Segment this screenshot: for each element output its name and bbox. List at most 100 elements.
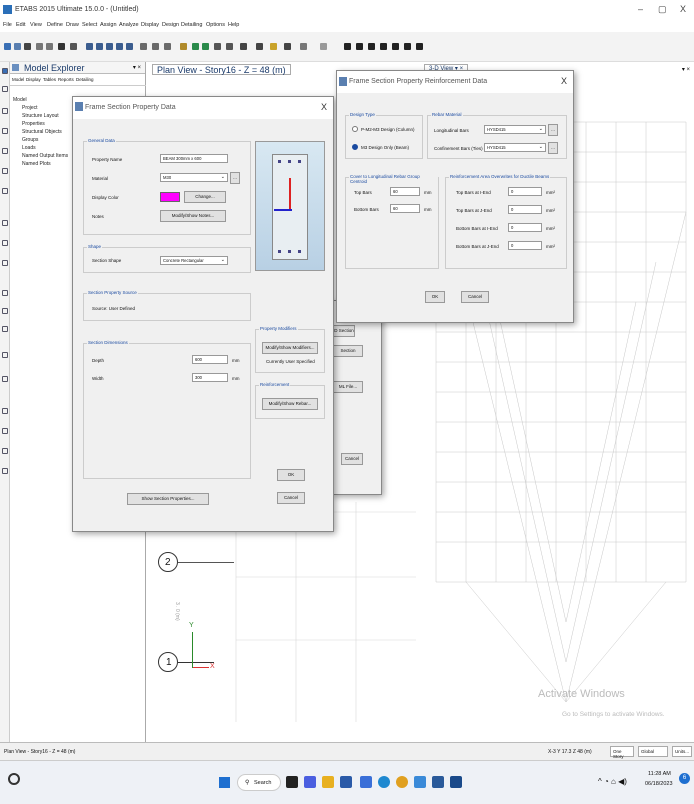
tee-icon[interactable]	[368, 43, 375, 50]
redo-icon[interactable]	[46, 43, 53, 50]
rebar-cancel-button[interactable]: Cancel	[461, 291, 489, 303]
radio-beam-design[interactable]	[352, 144, 358, 150]
wall-icon[interactable]	[380, 43, 387, 50]
draw-tendon-icon[interactable]	[2, 308, 8, 314]
grid-icon[interactable]	[416, 43, 423, 50]
down-level-icon[interactable]	[202, 43, 209, 50]
draw-secondary-beam-icon[interactable]	[2, 168, 8, 174]
draw-column-icon[interactable]	[300, 43, 307, 50]
frame-forces-icon[interactable]	[256, 43, 263, 50]
top-i-end-field[interactable]: 0	[508, 187, 542, 196]
object-shrink-icon[interactable]	[214, 43, 221, 50]
zoom-out-icon[interactable]	[106, 43, 113, 50]
tree-item-model[interactable]: Model	[13, 97, 27, 103]
opening-icon[interactable]	[392, 43, 399, 50]
tab-display[interactable]: Display	[26, 77, 41, 82]
tree-item-named-output-items[interactable]: Named Output Items	[22, 153, 68, 159]
chat-icon[interactable]	[304, 776, 316, 788]
task-view-icon[interactable]	[286, 776, 298, 788]
open-icon[interactable]	[14, 43, 21, 50]
tab-detailing[interactable]: Detailing	[76, 77, 94, 82]
store-icon[interactable]	[340, 776, 352, 788]
etabs-taskbar-icon-2[interactable]	[450, 776, 462, 788]
slab-icon[interactable]	[356, 43, 363, 50]
chrome-icon[interactable]	[396, 776, 408, 788]
minimize-button[interactable]: –	[638, 4, 643, 14]
menu-view[interactable]: View	[30, 22, 42, 28]
app-badge-icon[interactable]	[360, 776, 372, 788]
bottom-j-end-field[interactable]: 0	[508, 241, 542, 250]
undo-icon[interactable]	[36, 43, 43, 50]
modify-rebar-button[interactable]: Modify/Show Rebar...	[262, 398, 318, 410]
menu-design[interactable]: Design	[162, 22, 179, 28]
top-j-end-field[interactable]: 0	[508, 205, 542, 214]
snap-icon[interactable]	[2, 468, 8, 474]
menu-select[interactable]: Select	[82, 22, 97, 28]
menu-edit[interactable]: Edit	[16, 22, 25, 28]
tree-item-structure-layout[interactable]: Structure Layout	[22, 113, 59, 119]
depth-field[interactable]: 600	[192, 355, 228, 364]
tab-model[interactable]: Model	[12, 77, 24, 82]
draw-wall-icon[interactable]	[2, 188, 8, 194]
section-shape-select[interactable]: Concrete Rectangular ⌄	[160, 256, 228, 265]
coordinate-system-select[interactable]: Global	[638, 746, 668, 757]
explorer-pin-close[interactable]: ▾ ×	[133, 64, 141, 71]
longitudinal-browse-button[interactable]: ...	[548, 124, 558, 136]
tab-tables[interactable]: Tables	[43, 77, 56, 82]
change-color-button[interactable]: Change...	[184, 191, 226, 203]
up-level-icon[interactable]	[192, 43, 199, 50]
view-3d-icon[interactable]	[140, 43, 147, 50]
fsp-cancel-button[interactable]: Cancel	[277, 492, 305, 504]
grid-bubble-2[interactable]: 2	[158, 552, 178, 572]
grid-bubble-1[interactable]: 1	[158, 652, 178, 672]
close-button[interactable]: X	[680, 4, 686, 14]
file-explorer-icon[interactable]	[322, 776, 334, 788]
tree-item-named-plots[interactable]: Named Plots	[22, 161, 51, 167]
pointer-icon[interactable]	[2, 68, 8, 74]
menu-define[interactable]: Define	[47, 22, 63, 28]
section-i-icon[interactable]	[344, 43, 351, 50]
lock-icon[interactable]	[58, 43, 65, 50]
system-tray-icons[interactable]: ^ ◔ ⌂ ◀)	[598, 777, 627, 786]
menu-help[interactable]: Help	[228, 22, 239, 28]
material-browse-button[interactable]: ...	[230, 172, 240, 184]
tree-item-project[interactable]: Project	[22, 105, 38, 111]
draw-link-icon[interactable]	[2, 290, 8, 296]
fsp-close-button[interactable]: X	[321, 102, 327, 112]
elevation-view-icon[interactable]	[164, 43, 171, 50]
draw-reference-point-icon[interactable]	[2, 352, 8, 358]
confinement-browse-button[interactable]: ...	[548, 142, 558, 154]
start-icon[interactable]	[219, 777, 230, 788]
menu-analyze[interactable]: Analyze	[119, 22, 139, 28]
deformed-shape-icon[interactable]	[240, 43, 247, 50]
bg-section-button[interactable]: D Section	[333, 325, 355, 337]
weather-icon[interactable]	[8, 773, 20, 785]
fsp-ok-button[interactable]: OK	[277, 469, 305, 481]
units-button[interactable]: Units...	[672, 746, 692, 757]
clear-selection-icon[interactable]	[2, 448, 8, 454]
draw-beam-icon[interactable]	[284, 43, 291, 50]
taskbar-search[interactable]: ⚲ Search	[237, 774, 281, 791]
show-section-properties-button[interactable]: Show Section Properties...	[127, 493, 209, 505]
modify-modifiers-button[interactable]: Modify/Show Modifiers...	[262, 342, 318, 354]
save-icon[interactable]	[24, 43, 31, 50]
tree-item-loads[interactable]: Loads	[22, 145, 36, 151]
bg-mlfile-button[interactable]: ML File...	[333, 381, 363, 393]
bottom-i-end-field[interactable]: 0	[508, 223, 542, 232]
modify-notes-button[interactable]: Modify/Show Notes...	[160, 210, 226, 222]
radio-column-design[interactable]	[352, 126, 358, 132]
zoom-window-icon[interactable]	[86, 43, 93, 50]
rebar-ok-button[interactable]: OK	[425, 291, 445, 303]
pan-icon[interactable]	[126, 43, 133, 50]
draw-floor-icon[interactable]	[2, 220, 8, 226]
edge-icon[interactable]	[378, 776, 390, 788]
zoom-in-icon[interactable]	[96, 43, 103, 50]
draw-frame-icon[interactable]	[2, 128, 8, 134]
maximize-button[interactable]: ▢	[658, 4, 667, 15]
new-model-icon[interactable]	[4, 43, 11, 50]
menu-draw[interactable]: Draw	[66, 22, 79, 28]
measure-icon[interactable]	[320, 43, 327, 50]
draw-brace-icon[interactable]	[2, 148, 8, 154]
reshape-icon[interactable]	[2, 86, 8, 92]
draw-area-icon[interactable]	[2, 260, 8, 266]
